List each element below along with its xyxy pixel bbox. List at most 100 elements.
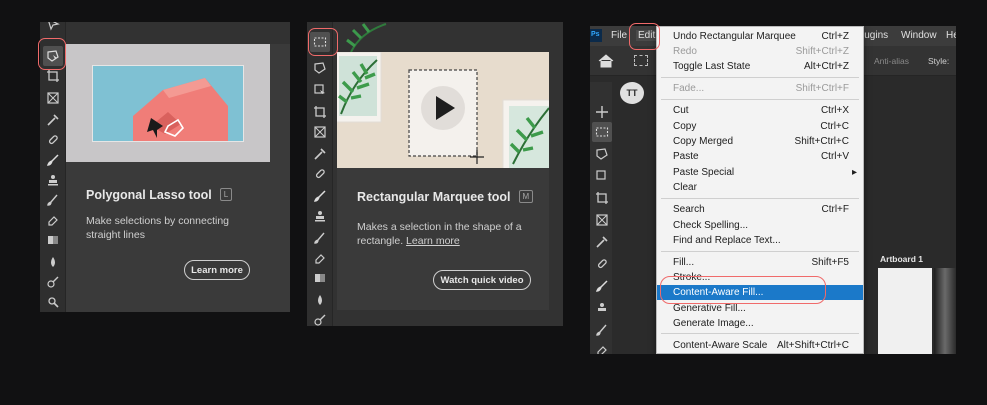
lasso-tool-icon[interactable] bbox=[310, 58, 330, 78]
pen-tool-icon[interactable] bbox=[43, 292, 63, 312]
move-tool-icon[interactable] bbox=[592, 102, 612, 122]
tool-tip-card: Rectangular Marquee tool M Makes a select… bbox=[337, 52, 549, 310]
menu-item-stroke[interactable]: Stroke... bbox=[657, 270, 863, 285]
menu-window[interactable]: Window bbox=[901, 30, 937, 41]
menu-item-fill[interactable]: Fill... Shift+F5 bbox=[657, 255, 863, 270]
menu-item-generate-image[interactable]: Generate Image... bbox=[657, 316, 863, 331]
tool-tip-description: Makes a selection in the shape of a rect… bbox=[357, 221, 522, 247]
type-tool-icon[interactable]: TT bbox=[620, 82, 644, 104]
shortcut-badge: L bbox=[219, 188, 233, 201]
menu-item-fade[interactable]: Fade... Shift+Ctrl+F bbox=[657, 81, 863, 96]
menu-item-undo[interactable]: Undo Rectangular Marquee Ctrl+Z bbox=[657, 29, 863, 44]
menu-separator bbox=[661, 99, 859, 100]
stamp-tool-icon[interactable] bbox=[310, 206, 330, 226]
dodge-tool-icon[interactable] bbox=[310, 310, 330, 326]
menu-item-copy-merged[interactable]: Copy Merged Shift+Ctrl+C bbox=[657, 134, 863, 149]
menu-item-toggle-last-state[interactable]: Toggle Last State Alt+Ctrl+Z bbox=[657, 59, 863, 74]
eyedropper-tool-icon[interactable] bbox=[310, 144, 330, 164]
tool-tip-title: Rectangular Marquee tool M bbox=[357, 190, 534, 204]
building-photo bbox=[92, 65, 244, 142]
brush-tool-icon[interactable] bbox=[592, 276, 612, 296]
blur-tool-icon[interactable] bbox=[310, 290, 330, 310]
menu-item-paste[interactable]: Paste Ctrl+V bbox=[657, 149, 863, 164]
watch-quick-video-button[interactable]: Watch quick video bbox=[433, 270, 531, 290]
home-icon[interactable] bbox=[598, 54, 614, 68]
eraser-tool-icon[interactable] bbox=[310, 248, 330, 268]
menu-item-find-replace-text[interactable]: Find and Replace Text... bbox=[657, 233, 863, 248]
healing-brush-icon[interactable] bbox=[43, 130, 63, 150]
polygonal-lasso-tooltip-panel: Polygonal Lasso tool L Make selections by… bbox=[40, 22, 290, 312]
tools-toolbar bbox=[590, 82, 612, 354]
menu-item-check-spelling[interactable]: Check Spelling... bbox=[657, 218, 863, 233]
eraser-tool-icon[interactable] bbox=[592, 340, 612, 354]
tool-preview-image bbox=[337, 52, 549, 168]
style-label: Style: bbox=[928, 56, 950, 66]
stamp-tool-icon[interactable] bbox=[43, 170, 63, 190]
history-brush-icon[interactable] bbox=[43, 190, 63, 210]
antialias-label: Anti-alias bbox=[874, 56, 909, 66]
artboard-title: Artboard 1 bbox=[880, 254, 923, 264]
eyedropper-tool-icon[interactable] bbox=[592, 232, 612, 252]
gradient-tool-icon[interactable] bbox=[43, 230, 63, 250]
panel-top-strip bbox=[333, 22, 563, 52]
frame-tool-icon[interactable] bbox=[310, 122, 330, 142]
submenu-arrow-icon: ▸ bbox=[851, 167, 857, 178]
tool-tip-title: Polygonal Lasso tool L bbox=[86, 188, 233, 202]
stamp-tool-icon[interactable] bbox=[592, 298, 612, 318]
rectangular-marquee-tool-icon[interactable] bbox=[310, 32, 330, 52]
frame-tool-icon[interactable] bbox=[592, 210, 612, 230]
eraser-tool-icon[interactable] bbox=[43, 210, 63, 230]
eyedropper-tool-icon[interactable] bbox=[43, 110, 63, 130]
tools-toolbar bbox=[307, 22, 333, 326]
tool-preview-image bbox=[66, 44, 270, 162]
photoshop-edit-menu-panel: Ps File Edit lugins Window He Anti-alias… bbox=[590, 26, 956, 354]
gradient-tool-icon[interactable] bbox=[310, 268, 330, 288]
frame-tool-icon[interactable] bbox=[43, 88, 63, 108]
lasso-tool-icon[interactable] bbox=[592, 144, 612, 164]
crop-tool-icon[interactable] bbox=[592, 188, 612, 208]
polygonal-lasso-tool-icon[interactable] bbox=[43, 46, 63, 66]
menu-item-cut[interactable]: Cut Ctrl+X bbox=[657, 103, 863, 118]
crop-tool-icon[interactable] bbox=[43, 66, 63, 86]
tools-toolbar bbox=[40, 22, 66, 312]
menu-item-content-aware-fill[interactable]: Content-Aware Fill... bbox=[657, 285, 863, 300]
menu-item-content-aware-scale[interactable]: Content-Aware Scale Alt+Shift+Ctrl+C bbox=[657, 338, 863, 353]
menu-help[interactable]: He bbox=[946, 30, 956, 41]
learn-more-button[interactable]: Learn more bbox=[184, 260, 250, 280]
brush-tool-icon[interactable] bbox=[310, 186, 330, 206]
object-selection-icon[interactable] bbox=[592, 166, 612, 186]
healing-brush-icon[interactable] bbox=[592, 254, 612, 274]
menu-item-search[interactable]: Search Ctrl+F bbox=[657, 202, 863, 217]
tool-tip-card: Polygonal Lasso tool L Make selections by… bbox=[66, 44, 290, 312]
move-tool-icon[interactable] bbox=[43, 22, 63, 34]
menu-item-paste-special[interactable]: Paste Special ▸ bbox=[657, 165, 863, 180]
menu-item-copy[interactable]: Copy Ctrl+C bbox=[657, 119, 863, 134]
blur-tool-icon[interactable] bbox=[43, 252, 63, 272]
artboard-dark bbox=[934, 268, 956, 354]
menu-item-redo[interactable]: Redo Shift+Ctrl+Z bbox=[657, 44, 863, 59]
menu-item-clear[interactable]: Clear bbox=[657, 180, 863, 195]
tool-tip-description: Make selections by connecting straight l… bbox=[86, 215, 229, 241]
dodge-tool-icon[interactable] bbox=[43, 272, 63, 292]
menu-plugins[interactable]: lugins bbox=[862, 30, 888, 41]
history-brush-icon[interactable] bbox=[310, 228, 330, 248]
marquee-preset-icon[interactable] bbox=[634, 55, 648, 66]
rectangular-marquee-tool-icon[interactable] bbox=[592, 122, 612, 142]
menu-edit[interactable]: Edit bbox=[636, 30, 658, 41]
history-brush-icon[interactable] bbox=[592, 320, 612, 340]
shortcut-badge: M bbox=[518, 190, 534, 203]
menu-file[interactable]: File bbox=[611, 30, 627, 41]
menu-separator bbox=[661, 333, 859, 334]
object-selection-icon[interactable] bbox=[310, 80, 330, 100]
healing-brush-icon[interactable] bbox=[310, 164, 330, 184]
menu-item-generative-fill[interactable]: Generative Fill... bbox=[657, 301, 863, 316]
menu-separator bbox=[661, 77, 859, 78]
artboard-white bbox=[878, 268, 932, 354]
crop-tool-icon[interactable] bbox=[310, 102, 330, 122]
brush-tool-icon[interactable] bbox=[43, 150, 63, 170]
learn-more-link[interactable]: Learn more bbox=[406, 235, 460, 247]
document-canvas: Artboard 1 bbox=[858, 76, 956, 354]
edit-dropdown-menu: Undo Rectangular Marquee Ctrl+Z Redo Shift… bbox=[656, 26, 864, 354]
menu-separator bbox=[661, 198, 859, 199]
menu-separator bbox=[661, 251, 859, 252]
